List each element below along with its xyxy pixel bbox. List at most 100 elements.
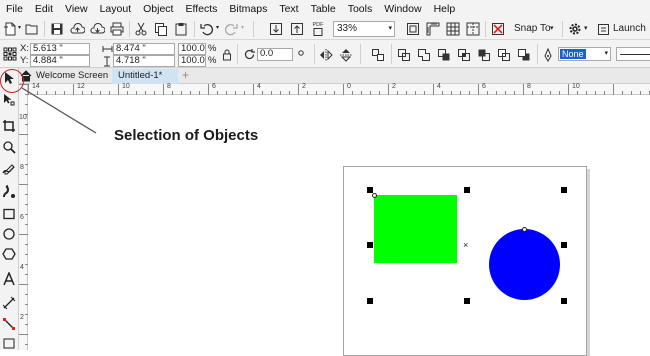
menu-edit[interactable]: Edit <box>29 3 59 15</box>
lock-ratio-icon[interactable] <box>221 49 233 61</box>
group-icon[interactable] <box>370 47 386 63</box>
undo-dropdown-icon[interactable]: ▾ <box>216 24 219 31</box>
separator <box>562 21 563 37</box>
publish-pdf-icon[interactable]: PDF <box>310 21 326 37</box>
tab-welcome-screen[interactable]: Welcome Screen <box>30 69 110 84</box>
new-dropdown-icon[interactable]: ▾ <box>18 24 21 31</box>
simplify-icon[interactable] <box>476 47 492 63</box>
add-tab-button[interactable]: + <box>182 68 189 82</box>
paste-icon[interactable] <box>173 21 189 37</box>
menu-layout[interactable]: Layout <box>94 3 138 15</box>
export-icon[interactable] <box>289 21 305 37</box>
redo-dropdown-icon[interactable]: ▾ <box>241 24 244 31</box>
selection-handle-middle-right[interactable] <box>561 242 567 248</box>
redo-icon[interactable] <box>223 21 239 37</box>
copy-icon[interactable] <box>153 21 169 37</box>
y-position-input[interactable]: 4.884 " <box>30 55 90 67</box>
menu-table[interactable]: Table <box>305 3 342 15</box>
snap-to-chevron-icon[interactable]: ▾ <box>550 24 554 32</box>
snap-to-button[interactable]: Snap To <box>514 23 551 34</box>
interactive-tool-icon[interactable] <box>1 336 17 350</box>
outline-pen-icon[interactable] <box>541 47 555 63</box>
circle-node[interactable] <box>522 227 527 232</box>
intersect-icon[interactable] <box>456 47 472 63</box>
show-grid-icon[interactable] <box>445 21 461 37</box>
horizontal-ruler[interactable]: 14 12 10 8 6 4 2 0 2 4 6 8 10 <box>28 83 650 95</box>
blue-circle[interactable] <box>489 229 560 300</box>
show-rulers-icon[interactable] <box>425 21 441 37</box>
menu-effects[interactable]: Effects <box>179 3 223 15</box>
rectangle-tool-icon[interactable] <box>1 206 17 222</box>
zoom-level-select[interactable]: 33% ▾ <box>333 21 395 37</box>
trim-icon[interactable] <box>436 47 452 63</box>
back-minus-front-icon[interactable] <box>516 47 532 63</box>
tab-untitled-1[interactable]: Untitled-1* <box>112 69 178 84</box>
object-height-input[interactable]: 4.718 " <box>113 55 175 67</box>
selection-handle-middle-left[interactable] <box>367 242 373 248</box>
mirror-vertical-icon[interactable] <box>338 47 354 63</box>
save-icon[interactable] <box>49 21 65 37</box>
x-position-input[interactable]: 5.613 " <box>30 43 90 55</box>
scale-width-input[interactable]: 100.0 <box>178 43 206 55</box>
connector-tool-icon[interactable] <box>1 316 17 332</box>
ruler-label: 2 <box>20 314 24 321</box>
outline-width-select[interactable]: None ▾ <box>558 47 611 61</box>
vertical-ruler[interactable]: 10 8 6 4 2 <box>19 84 28 350</box>
cloud-upload-icon[interactable] <box>69 21 85 37</box>
text-tool-icon[interactable] <box>1 271 17 287</box>
zoom-tool-icon[interactable] <box>1 139 17 155</box>
shape-tool-icon[interactable] <box>1 92 17 108</box>
menu-bar: File Edit View Layout Object Effects Bit… <box>0 0 650 18</box>
show-guidelines-icon[interactable] <box>465 21 481 37</box>
crop-tool-icon[interactable] <box>1 118 17 134</box>
selection-handle-top-right[interactable] <box>561 187 567 193</box>
separator <box>237 44 238 64</box>
rotation-icon <box>242 47 256 61</box>
polygon-tool-icon[interactable] <box>1 246 17 262</box>
cut-icon[interactable] <box>133 21 149 37</box>
front-minus-back-icon[interactable] <box>496 47 512 63</box>
new-document-icon[interactable] <box>2 21 18 37</box>
ellipse-tool-icon[interactable] <box>1 226 17 242</box>
open-folder-icon[interactable] <box>24 21 40 37</box>
full-screen-preview-icon[interactable] <box>405 21 421 37</box>
launch-button[interactable]: Launch <box>613 23 646 34</box>
selection-handle-top-center[interactable] <box>464 187 470 193</box>
launch-icon[interactable] <box>595 21 611 37</box>
dimension-tool-icon[interactable] <box>1 295 17 311</box>
selection-center-marker-icon[interactable]: × <box>463 240 468 250</box>
selection-handle-bottom-left[interactable] <box>367 298 373 304</box>
selection-handle-top-left[interactable] <box>367 187 373 193</box>
rectangle-node[interactable] <box>372 193 377 198</box>
gear-icon[interactable] <box>567 21 583 37</box>
weld-icon[interactable] <box>416 47 432 63</box>
object-width-input[interactable]: 8.474 " <box>113 43 175 55</box>
menu-view[interactable]: View <box>59 3 94 15</box>
mirror-horizontal-icon[interactable] <box>318 47 334 63</box>
green-rectangle[interactable] <box>374 195 457 263</box>
cloud-download-icon[interactable] <box>89 21 105 37</box>
scale-height-input[interactable]: 100.0 <box>178 55 206 67</box>
options-chevron-icon[interactable]: ▾ <box>584 24 588 32</box>
menu-file[interactable]: File <box>0 3 29 15</box>
selection-handle-bottom-center[interactable] <box>464 298 470 304</box>
combine-icon[interactable] <box>396 47 412 63</box>
menu-text[interactable]: Text <box>273 3 304 15</box>
selection-handle-bottom-right[interactable] <box>561 298 567 304</box>
menu-object[interactable]: Object <box>137 3 179 15</box>
ruler-label: 8 <box>20 164 24 171</box>
ruler-label: 4 <box>437 83 441 90</box>
artistic-media-icon[interactable] <box>1 184 17 200</box>
line-style-select[interactable] <box>616 47 650 61</box>
menu-help[interactable]: Help <box>428 3 462 15</box>
undo-icon[interactable] <box>199 21 215 37</box>
rotation-angle-input[interactable]: 0.0 <box>257 48 293 61</box>
snap-off-icon[interactable] <box>490 21 506 37</box>
menu-tools[interactable]: Tools <box>342 3 379 15</box>
object-origin-icon[interactable] <box>2 46 18 62</box>
menu-bitmaps[interactable]: Bitmaps <box>223 3 273 15</box>
import-icon[interactable] <box>268 21 284 37</box>
print-icon[interactable] <box>109 21 125 37</box>
freehand-tool-icon[interactable] <box>1 162 17 178</box>
menu-window[interactable]: Window <box>378 3 427 15</box>
